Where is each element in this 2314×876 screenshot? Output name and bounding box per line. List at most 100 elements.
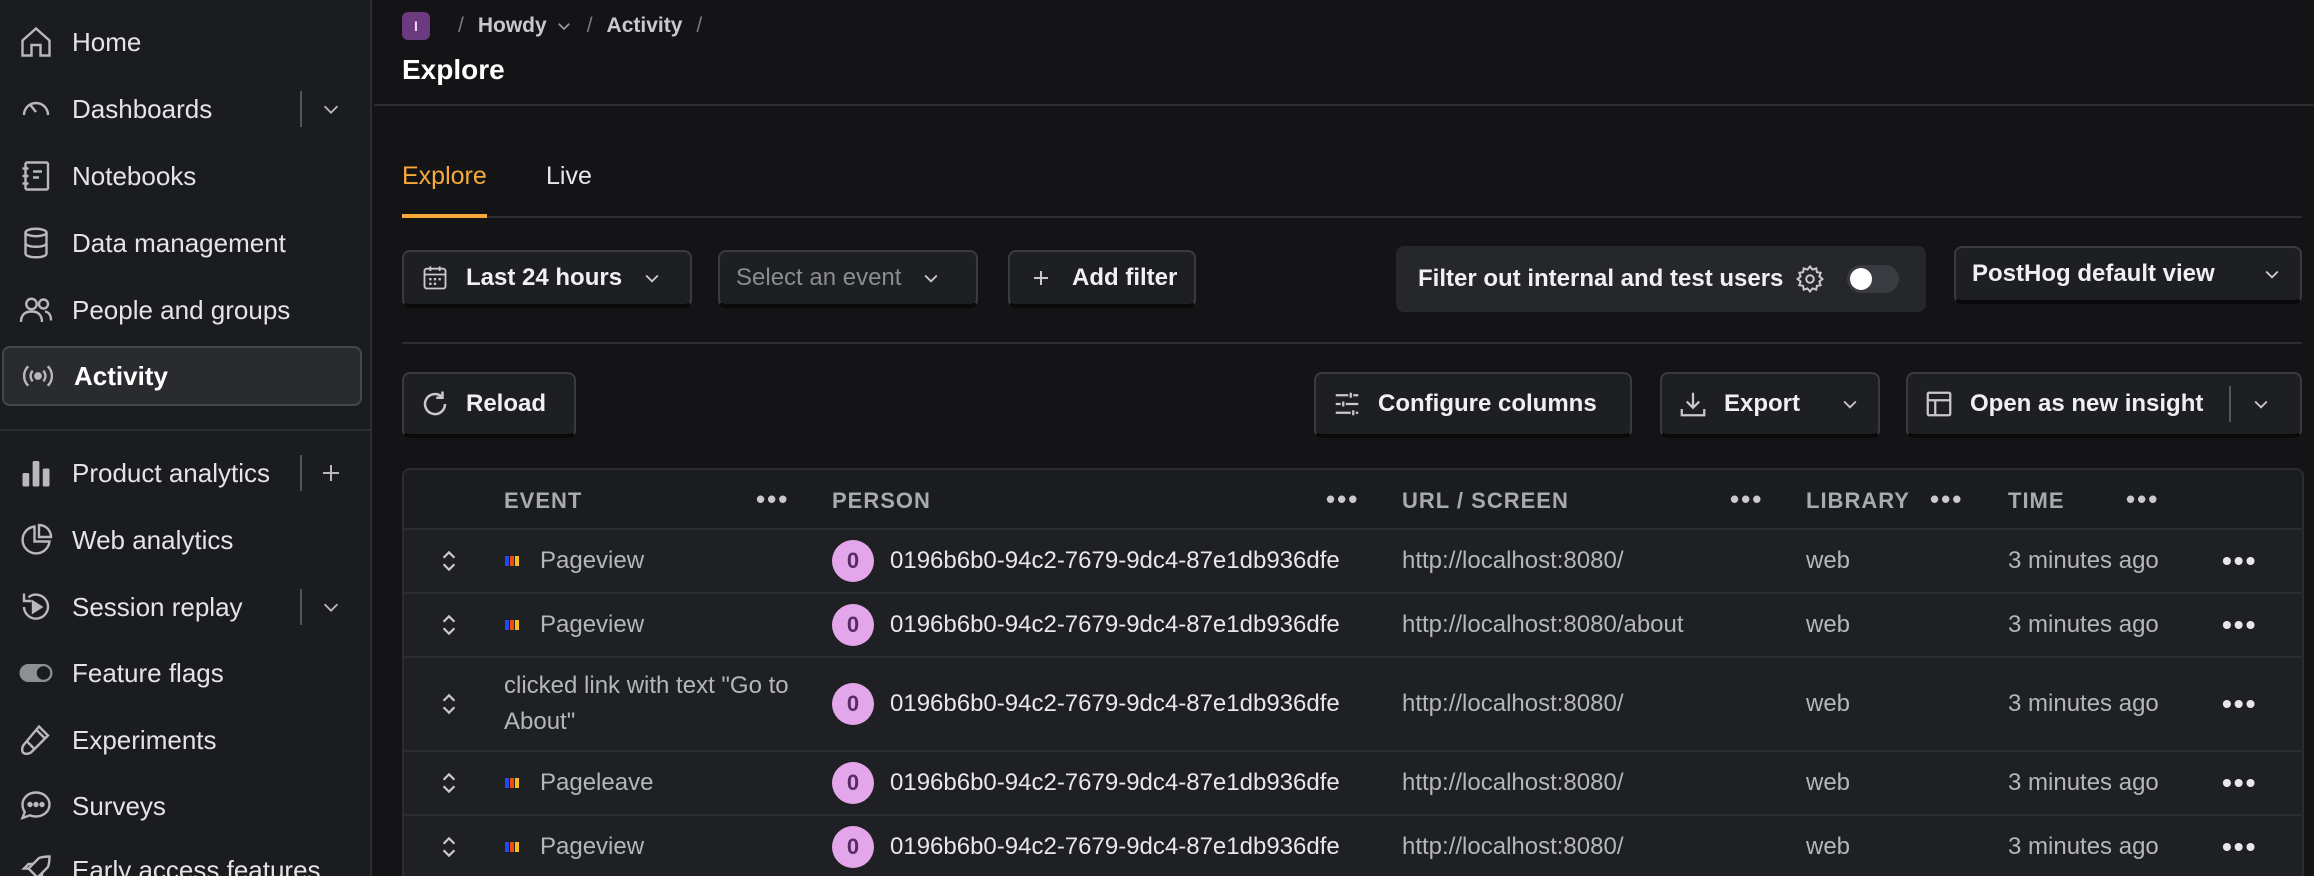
date-range-select[interactable]: Last 24 hours — [402, 250, 692, 308]
sidebar-item-session-replay[interactable]: Session replay — [2, 577, 362, 637]
expand-icon[interactable] — [434, 752, 464, 814]
more-icon[interactable]: ••• — [2222, 530, 2257, 592]
person-id[interactable]: 0196b6b0-94c2-7679-9dc4-87e1db936dfe — [890, 690, 1340, 718]
table-row[interactable]: clicked link with text "Go to About" 0 0… — [404, 658, 2302, 752]
more-icon[interactable]: ••• — [1730, 484, 1763, 515]
url-cell: http://localhost:8080/about — [1402, 611, 1684, 638]
view-select[interactable]: PostHog default view — [1954, 246, 2302, 304]
top-bar: I / Howdy / Activity / Explore — [374, 0, 2314, 106]
expand-icon[interactable] — [434, 594, 464, 656]
sidebar-item-people-and-groups[interactable]: People and groups — [2, 280, 362, 340]
event-select[interactable]: Select an event — [718, 250, 978, 308]
export-button[interactable]: Export — [1660, 372, 1880, 438]
person-cell: 0 0196b6b0-94c2-7679-9dc4-87e1db936dfe — [832, 752, 1340, 814]
pageleave-icon — [504, 774, 522, 792]
url-cell: http://localhost:8080/ — [1402, 833, 1624, 860]
notebook-icon — [16, 156, 56, 196]
event-cell: Pageview — [504, 594, 644, 656]
more-icon[interactable]: ••• — [2126, 484, 2159, 515]
more-icon[interactable]: ••• — [1930, 484, 1963, 515]
sidebar-item-experiments[interactable]: Experiments — [2, 710, 362, 770]
divider — [0, 429, 370, 431]
internal-users-label: Filter out internal and test users — [1418, 265, 1784, 292]
sliders-icon — [1332, 389, 1362, 419]
event-name[interactable]: clicked link with text "Go to — [504, 668, 789, 704]
more-icon[interactable]: ••• — [2222, 658, 2257, 750]
page-title: Explore — [402, 54, 505, 85]
column-header-time[interactable]: TIME — [2008, 488, 2065, 514]
sidebar-item-surveys[interactable]: Surveys — [2, 776, 362, 836]
time-cell: 3 minutes ago — [2008, 690, 2159, 717]
reload-button[interactable]: Reload — [402, 372, 576, 438]
table-row[interactable]: Pageview 0 0196b6b0-94c2-7679-9dc4-87e1d… — [404, 594, 2302, 658]
event-name[interactable]: Pageview — [540, 833, 644, 861]
event-name[interactable]: Pageview — [540, 611, 644, 639]
sidebar-item-early-access-features[interactable]: Early access features — [2, 840, 362, 876]
event-name[interactable]: Pageview — [540, 547, 644, 575]
more-icon[interactable]: ••• — [2222, 594, 2257, 656]
person-id[interactable]: 0196b6b0-94c2-7679-9dc4-87e1db936dfe — [890, 833, 1340, 861]
table-row[interactable]: Pageview 0 0196b6b0-94c2-7679-9dc4-87e1d… — [404, 530, 2302, 594]
library-cell: web — [1806, 611, 1851, 638]
column-header-person[interactable]: PERSON — [832, 488, 931, 514]
library-cell: web — [1806, 833, 1851, 860]
chevron-down-icon — [2262, 263, 2284, 285]
table-row[interactable]: Pageview 0 0196b6b0-94c2-7679-9dc4-87e1d… — [404, 816, 2302, 876]
sidebar-item-product-analytics[interactable]: Product analytics — [2, 443, 362, 503]
tab-live[interactable]: Live — [546, 162, 592, 218]
more-icon[interactable]: ••• — [1326, 484, 1359, 515]
open-as-new-insight-button[interactable]: Open as new insight — [1906, 372, 2302, 438]
configure-columns-button[interactable]: Configure columns — [1314, 372, 1632, 438]
project-badge[interactable]: I — [402, 12, 430, 40]
url-cell: http://localhost:8080/ — [1402, 690, 1624, 717]
sidebar-item-label: Data management — [72, 227, 286, 258]
sidebar-item-label: People and groups — [72, 294, 291, 325]
replay-icon — [16, 587, 56, 627]
sidebar-item-home[interactable]: Home — [2, 12, 362, 72]
internal-users-toggle[interactable] — [1847, 265, 1900, 293]
expand-icon[interactable] — [434, 530, 464, 592]
chevron-down-icon[interactable] — [2251, 393, 2273, 415]
expand-icon[interactable] — [434, 816, 464, 876]
chevron-down-icon[interactable] — [555, 17, 573, 35]
table-header: EVENT ••• PERSON ••• URL / SCREEN ••• LI… — [404, 470, 2302, 530]
sidebar-item-notebooks[interactable]: Notebooks — [2, 146, 362, 206]
sidebar-item-label: Feature flags — [72, 657, 224, 688]
breadcrumb-section[interactable]: Activity — [607, 14, 683, 38]
pie-chart-icon — [16, 520, 56, 560]
add-filter-button[interactable]: Add filter — [1008, 250, 1196, 308]
gear-icon[interactable] — [1795, 263, 1827, 295]
plus-icon[interactable] — [316, 458, 346, 488]
sidebar-item-data-management[interactable]: Data management — [2, 213, 362, 273]
breadcrumb: I / Howdy / Activity / — [402, 12, 716, 40]
chevron-down-icon[interactable] — [316, 94, 346, 124]
internal-users-filter: Filter out internal and test users — [1396, 246, 1926, 312]
event-name[interactable]: Pageleave — [540, 769, 653, 797]
chevron-down-icon[interactable] — [316, 592, 346, 622]
add-filter-label: Add filter — [1072, 264, 1178, 291]
more-icon[interactable]: ••• — [756, 484, 789, 515]
expand-icon[interactable] — [434, 658, 464, 750]
column-header-url[interactable]: URL / SCREEN — [1402, 488, 1569, 514]
calendar-icon — [420, 263, 450, 293]
column-header-event[interactable]: EVENT — [504, 488, 582, 514]
column-header-library[interactable]: LIBRARY — [1806, 488, 1910, 514]
pageview-icon — [504, 552, 522, 570]
sidebar-item-web-analytics[interactable]: Web analytics — [2, 510, 362, 570]
tab-explore[interactable]: Explore — [402, 162, 487, 218]
person-id[interactable]: 0196b6b0-94c2-7679-9dc4-87e1db936dfe — [890, 769, 1340, 797]
person-id[interactable]: 0196b6b0-94c2-7679-9dc4-87e1db936dfe — [890, 547, 1340, 575]
more-icon[interactable]: ••• — [2222, 816, 2257, 876]
library-cell: web — [1806, 690, 1851, 717]
sidebar-item-activity[interactable]: Activity — [2, 346, 362, 406]
event-name[interactable]: About" — [504, 704, 575, 740]
person-id[interactable]: 0196b6b0-94c2-7679-9dc4-87e1db936dfe — [890, 611, 1340, 639]
avatar: 0 — [832, 826, 874, 868]
pageview-icon — [504, 838, 522, 856]
sidebar-item-feature-flags[interactable]: Feature flags — [2, 643, 362, 703]
table-row[interactable]: Pageleave 0 0196b6b0-94c2-7679-9dc4-87e1… — [404, 752, 2302, 816]
breadcrumb-separator: / — [586, 14, 593, 37]
sidebar-item-dashboards[interactable]: Dashboards — [2, 79, 362, 139]
breadcrumb-project[interactable]: Howdy — [478, 14, 547, 38]
more-icon[interactable]: ••• — [2222, 752, 2257, 814]
